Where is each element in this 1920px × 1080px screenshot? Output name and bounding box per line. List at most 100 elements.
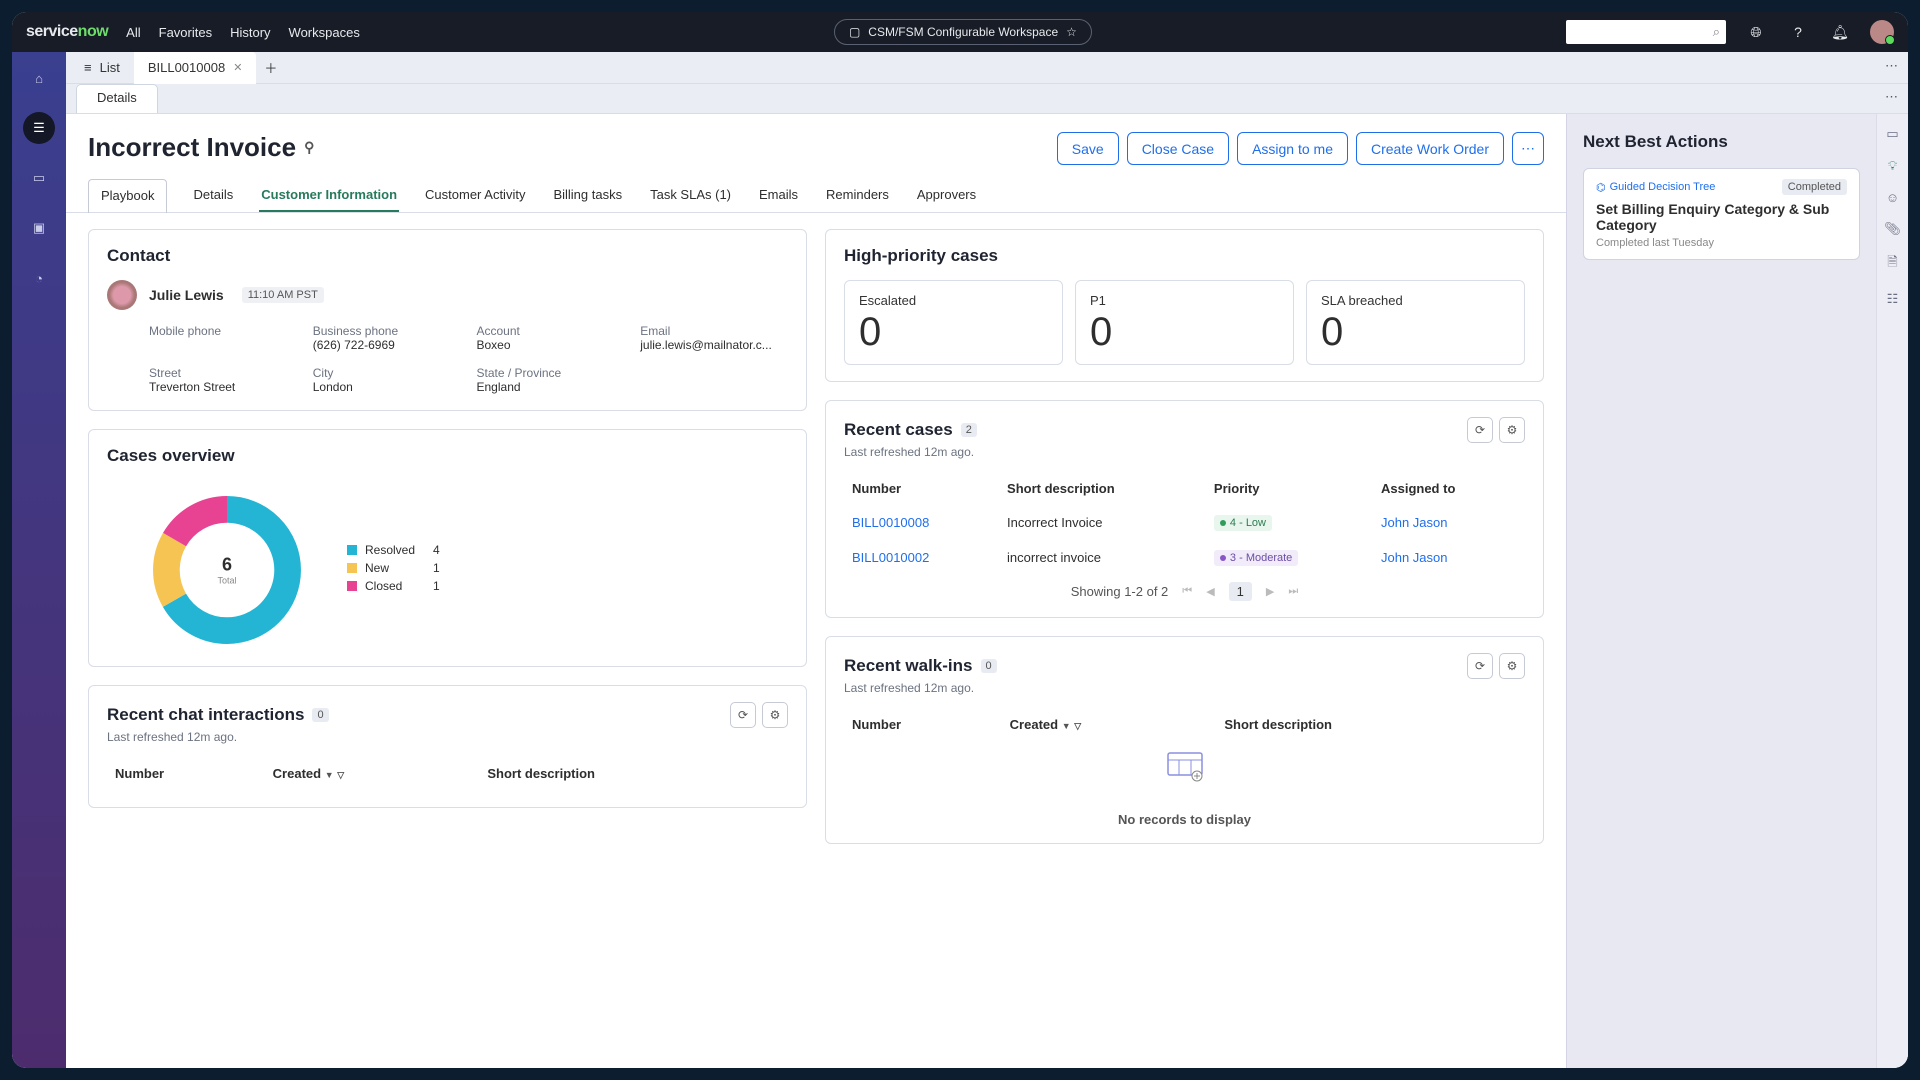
empty-state-icon xyxy=(844,742,1525,792)
chat-th-created[interactable]: Created ▼ ▽ xyxy=(267,758,480,789)
chat-refresh-icon[interactable]: ⟳ xyxy=(730,702,756,728)
contact-field: Mobile phone xyxy=(149,324,297,352)
tabs-more-icon[interactable]: ⋯ xyxy=(1885,58,1898,74)
rc-th-number[interactable]: Number xyxy=(846,473,999,504)
chat-sub: Last refreshed 12m ago. xyxy=(107,730,788,744)
wi-th-desc[interactable]: Short description xyxy=(1218,709,1523,740)
rtab-emails[interactable]: Emails xyxy=(757,179,800,212)
workspace-pill[interactable]: ▢ CSM/FSM Configurable Workspace ☆ xyxy=(834,19,1092,45)
rc-pager: Showing 1-2 of 2 ⏮ ◀ 1 ▶ ⏭ xyxy=(844,576,1525,601)
context-rail: ▭ 💡︎ ☺ 📎︎ 🗎 ☷ xyxy=(1876,114,1908,1068)
hp-box: SLA breached0 xyxy=(1306,280,1525,365)
help-icon[interactable]: ? xyxy=(1786,20,1810,44)
globe-icon[interactable]: 🌐︎ xyxy=(1744,20,1768,44)
pager-last-icon[interactable]: ⏭ xyxy=(1288,585,1298,598)
create-work-order-button[interactable]: Create Work Order xyxy=(1356,132,1504,165)
list-small-icon: ≡ xyxy=(84,60,92,75)
case-desc: Incorrect Invoice xyxy=(1001,506,1206,539)
rtab-playbook[interactable]: Playbook xyxy=(88,179,167,213)
case-link[interactable]: BILL0010008 xyxy=(852,515,929,530)
filter-icon[interactable]: ▽ xyxy=(337,770,344,780)
case-link[interactable]: BILL0010002 xyxy=(852,550,929,565)
ctx-doc-icon[interactable]: 🗎 xyxy=(1887,253,1897,275)
wi-settings-icon[interactable]: ⚙ xyxy=(1499,653,1525,679)
dashboard-icon[interactable]: ◔ xyxy=(23,262,55,294)
global-search[interactable]: ⌕ xyxy=(1566,20,1726,44)
rtab-approvers[interactable]: Approvers xyxy=(915,179,978,212)
table-row[interactable]: BILL0010008Incorrect Invoice4 - LowJohn … xyxy=(846,506,1523,539)
rc-title: Recent cases xyxy=(844,420,953,440)
wi-th-number[interactable]: Number xyxy=(846,709,1002,740)
chat-title: Recent chat interactions xyxy=(107,705,304,725)
briefcase-icon[interactable]: ▣ xyxy=(23,212,55,244)
rtab-task-slas[interactable]: Task SLAs (1) xyxy=(648,179,733,212)
chat-th-number[interactable]: Number xyxy=(109,758,265,789)
close-case-button[interactable]: Close Case xyxy=(1127,132,1229,165)
new-tab[interactable]: ＋ xyxy=(256,52,285,84)
wi-refresh-icon[interactable]: ⟳ xyxy=(1467,653,1493,679)
rc-refresh-icon[interactable]: ⟳ xyxy=(1467,417,1493,443)
workspace-icon: ▢ xyxy=(849,25,860,39)
nba-card[interactable]: ⌬ Guided Decision Tree Completed Set Bil… xyxy=(1583,168,1860,260)
tab-list[interactable]: ≡List xyxy=(70,52,134,84)
logo: servicenow xyxy=(26,23,108,41)
rc-th-priority[interactable]: Priority xyxy=(1208,473,1373,504)
pager-next-icon[interactable]: ▶ xyxy=(1266,585,1274,598)
legend-item: Resolved4 xyxy=(347,543,440,557)
nba-card-title: Set Billing Enquiry Category & Sub Categ… xyxy=(1596,201,1847,233)
nav-favorites[interactable]: Favorites xyxy=(159,25,212,40)
workspace-label: CSM/FSM Configurable Workspace xyxy=(868,25,1058,39)
ctx-panel-icon[interactable]: ▭ xyxy=(1886,126,1898,142)
nav-all[interactable]: All xyxy=(126,25,140,40)
rtab-details[interactable]: Details xyxy=(191,179,235,212)
filter-icon[interactable]: ▽ xyxy=(1074,721,1081,731)
star-icon[interactable]: ☆ xyxy=(1066,25,1077,39)
record-title: Incorrect Invoice ⚲ xyxy=(88,132,314,163)
rc-th-desc[interactable]: Short description xyxy=(1001,473,1206,504)
rtab-customer-activity[interactable]: Customer Activity xyxy=(423,179,527,212)
table-row[interactable]: BILL0010002incorrect invoice3 - Moderate… xyxy=(846,541,1523,574)
ctx-bulb-icon[interactable]: 💡︎ xyxy=(1888,158,1897,174)
assigned-link[interactable]: John Jason xyxy=(1381,515,1448,530)
card-icon[interactable]: ▭ xyxy=(23,162,55,194)
list-icon[interactable]: ☰ xyxy=(23,112,55,144)
wi-th-created[interactable]: Created ▼ ▽ xyxy=(1004,709,1217,740)
rc-settings-icon[interactable]: ⚙ xyxy=(1499,417,1525,443)
cases-overview-card: Cases overview 6 Total xyxy=(88,429,807,667)
rc-th-assigned[interactable]: Assigned to xyxy=(1375,473,1523,504)
nav-workspaces[interactable]: Workspaces xyxy=(289,25,360,40)
pager-first-icon[interactable]: ⏮ xyxy=(1182,585,1192,598)
ctx-clip-icon[interactable]: 📎︎ xyxy=(1884,221,1901,237)
nba-status: Completed xyxy=(1782,179,1847,195)
case-desc: incorrect invoice xyxy=(1001,541,1206,574)
subtabs-more-icon[interactable]: ⋯ xyxy=(1885,89,1898,105)
chat-count: 0 xyxy=(312,708,328,722)
save-button[interactable]: Save xyxy=(1057,132,1119,165)
chat-settings-icon[interactable]: ⚙ xyxy=(762,702,788,728)
assigned-link[interactable]: John Jason xyxy=(1381,550,1448,565)
bell-icon[interactable]: 🔔︎ xyxy=(1828,20,1852,44)
assign-to-me-button[interactable]: Assign to me xyxy=(1237,132,1348,165)
rtab-billing-tasks[interactable]: Billing tasks xyxy=(551,179,624,212)
user-avatar[interactable] xyxy=(1870,20,1894,44)
nav-history[interactable]: History xyxy=(230,25,270,40)
subtab-details[interactable]: Details xyxy=(76,84,158,113)
home-icon[interactable]: ⌂ xyxy=(23,62,55,94)
tab-record[interactable]: BILL0010008 ✕ xyxy=(134,52,257,84)
rtab-customer-info[interactable]: Customer Information xyxy=(259,179,399,212)
close-tab-icon[interactable]: ✕ xyxy=(233,61,242,74)
more-actions-button[interactable]: ⋯ xyxy=(1512,132,1544,165)
ctx-face-icon[interactable]: ☺ xyxy=(1886,190,1899,205)
rtab-reminders[interactable]: Reminders xyxy=(824,179,891,212)
tag-icon[interactable]: ⚲ xyxy=(304,139,314,156)
sort-desc-icon: ▼ xyxy=(1062,721,1071,731)
ctx-list-icon[interactable]: ☷ xyxy=(1887,291,1899,307)
rc-count: 2 xyxy=(961,423,977,437)
contact-name: Julie Lewis xyxy=(149,287,224,303)
contact-field: CityLondon xyxy=(313,366,461,394)
chat-th-desc[interactable]: Short description xyxy=(481,758,786,789)
pager-prev-icon[interactable]: ◀ xyxy=(1206,585,1214,598)
contact-field: Emailjulie.lewis@mailnator.c... xyxy=(640,324,788,352)
nba-card-sub: Completed last Tuesday xyxy=(1596,237,1847,249)
sub-tabs: Details ⋯ xyxy=(66,84,1908,114)
